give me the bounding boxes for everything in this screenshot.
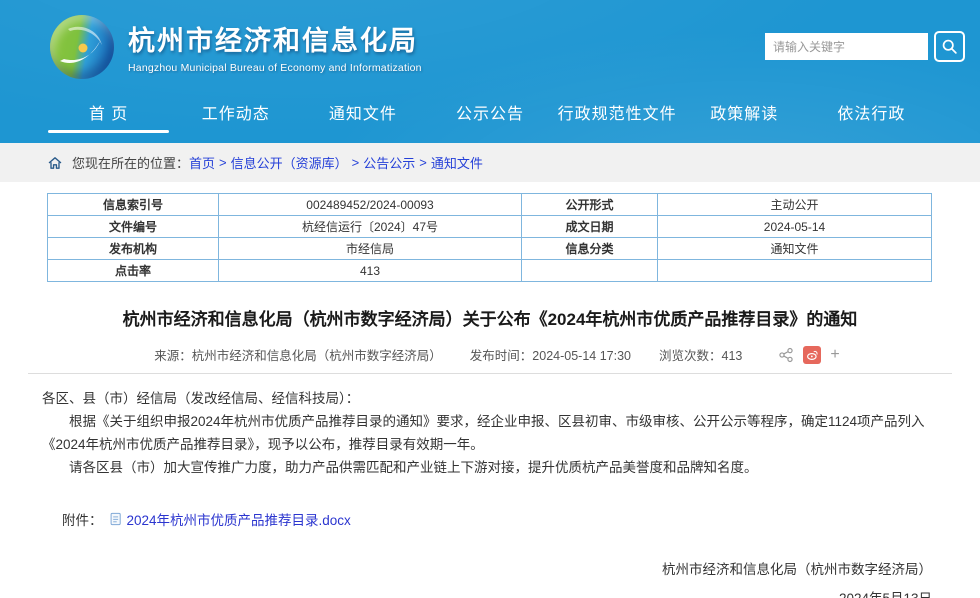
main-navigation: 首 页 工作动态 通知文件 公示公告 行政规范性文件 政策解读 <box>0 93 980 143</box>
table-row: 信息索引号 002489452/2024-00093 公开形式 主动公开 <box>48 194 932 216</box>
breadcrumb-separator: > <box>352 155 360 170</box>
breadcrumb-link-notices[interactable]: 通知文件 <box>431 153 483 172</box>
nav-item-regulatory-documents[interactable]: 行政规范性文件 <box>554 93 681 143</box>
share-icon[interactable] <box>778 347 794 363</box>
site-header: 杭州市经济和信息化局 Hangzhou Municipal Bureau of … <box>0 0 980 93</box>
nav-item-label: 工作动态 <box>202 100 270 124</box>
signature-date: 2024年5月13日 <box>0 584 932 598</box>
home-icon <box>47 155 63 171</box>
meta-source: 来源：杭州市经济和信息化局（杭州市数字经济局） <box>154 345 442 364</box>
issue-date-label: 成文日期 <box>522 216 658 238</box>
signature-block: 杭州市经济和信息化局（杭州市数字经济局） 2024年5月13日 <box>0 555 980 598</box>
search-area <box>765 31 965 62</box>
breadcrumb-link-info-disclosure[interactable]: 信息公开（资源库） <box>231 153 348 172</box>
nav-item-work-news[interactable]: 工作动态 <box>172 93 299 143</box>
issue-date-value: 2024-05-14 <box>658 216 932 238</box>
attachment-link[interactable]: 2024年杭州市优质产品推荐目录.docx <box>127 509 351 529</box>
breadcrumb-link-announcements[interactable]: 公告公示 <box>363 153 415 172</box>
agency-logo <box>50 15 114 79</box>
top-banner: 杭州市经济和信息化局 Hangzhou Municipal Bureau of … <box>0 0 980 143</box>
meta-views: 浏览次数：413 <box>659 345 742 364</box>
more-share-icon[interactable]: + <box>830 347 839 363</box>
breadcrumb-separator: > <box>219 155 227 170</box>
info-index-label: 信息索引号 <box>48 194 219 216</box>
site-title: 杭州市经济和信息化局 <box>128 19 422 58</box>
weibo-icon[interactable] <box>803 346 821 364</box>
site-subtitle: Hangzhou Municipal Bureau of Economy and… <box>128 62 422 74</box>
nav-item-label: 通知文件 <box>329 100 397 124</box>
nav-item-law-administration[interactable]: 依法行政 <box>808 93 935 143</box>
signature-org: 杭州市经济和信息化局（杭州市数字经济局） <box>0 555 932 584</box>
info-category-value: 通知文件 <box>658 238 932 260</box>
disclosure-form-label: 公开形式 <box>522 194 658 216</box>
magnifier-icon <box>941 38 958 55</box>
empty-cell <box>658 260 932 282</box>
info-category-label: 信息分类 <box>522 238 658 260</box>
body-paragraph: 根据《关于组织申报2024年杭州市优质产品推荐目录的通知》要求，经企业申报、区县… <box>42 410 938 456</box>
logo-swoosh <box>50 15 114 79</box>
document-info-table: 信息索引号 002489452/2024-00093 公开形式 主动公开 文件编… <box>47 193 932 282</box>
info-index-value: 002489452/2024-00093 <box>219 194 522 216</box>
attachment-label: 附件： <box>62 509 103 529</box>
nav-items: 首 页 工作动态 通知文件 公示公告 行政规范性文件 政策解读 <box>0 93 980 143</box>
article-body: 各区、县（市）经信局（发改经信局、经信科技局）： 根据《关于组织申报2024年杭… <box>0 374 980 479</box>
attachment-row: 附件： 2024年杭州市优质产品推荐目录.docx <box>0 509 980 529</box>
nav-item-label: 首 页 <box>89 100 128 124</box>
table-row: 发布机构 市经信局 信息分类 通知文件 <box>48 238 932 260</box>
nav-item-label: 公示公告 <box>456 100 524 124</box>
breadcrumb-link-home[interactable]: 首页 <box>189 153 215 172</box>
issuing-agency-label: 发布机构 <box>48 238 219 260</box>
search-input[interactable] <box>765 33 928 60</box>
file-number-label: 文件编号 <box>48 216 219 238</box>
table-row: 文件编号 杭经信运行〔2024〕47号 成文日期 2024-05-14 <box>48 216 932 238</box>
breadcrumb-label: 您现在所在的位置： <box>72 153 189 172</box>
nav-item-home[interactable]: 首 页 <box>45 93 172 143</box>
table-row: 点击率 413 <box>48 260 932 282</box>
nav-item-announcements[interactable]: 公示公告 <box>426 93 553 143</box>
breadcrumb: 您现在所在的位置： 首页 > 信息公开（资源库） > 公告公示 > 通知文件 <box>0 143 980 182</box>
issuing-agency-value: 市经信局 <box>219 238 522 260</box>
salutation-paragraph: 各区、县（市）经信局（发改经信局、经信科技局）： <box>42 387 938 410</box>
click-rate-label: 点击率 <box>48 260 219 282</box>
body-paragraph: 请各区县（市）加大宣传推广力度，助力产品供需匹配和产业链上下游对接，提升优质杭产… <box>42 456 938 479</box>
nav-item-label: 行政规范性文件 <box>558 100 677 124</box>
active-tab-indicator <box>48 130 169 133</box>
meta-publish-time: 发布时间：2024-05-14 17:30 <box>470 345 631 364</box>
nav-item-policy-interpretation[interactable]: 政策解读 <box>681 93 808 143</box>
search-button[interactable] <box>934 31 965 62</box>
document-icon <box>109 512 123 526</box>
click-rate-value: 413 <box>219 260 522 282</box>
brand-block: 杭州市经济和信息化局 Hangzhou Municipal Bureau of … <box>128 19 422 74</box>
nav-item-label: 依法行政 <box>837 100 905 124</box>
empty-cell <box>522 260 658 282</box>
nav-item-notices[interactable]: 通知文件 <box>299 93 426 143</box>
nav-item-label: 政策解读 <box>710 100 778 124</box>
share-toolbar: + <box>778 346 839 364</box>
disclosure-form-value: 主动公开 <box>658 194 932 216</box>
article-title: 杭州市经济和信息化局（杭州市数字经济局）关于公布《2024年杭州市优质产品推荐目… <box>0 305 980 330</box>
article-meta: 来源：杭州市经济和信息化局（杭州市数字经济局） 发布时间：2024-05-14 … <box>0 345 980 364</box>
breadcrumb-separator: > <box>419 155 427 170</box>
file-number-value: 杭经信运行〔2024〕47号 <box>219 216 522 238</box>
